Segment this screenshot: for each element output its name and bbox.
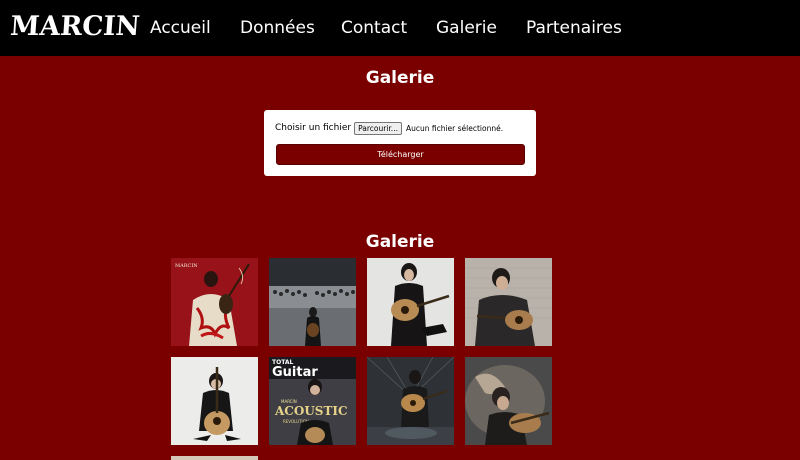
upload-section-title: Galerie [365,68,435,88]
gallery-image-8[interactable] [465,357,552,445]
gallery-image-1[interactable]: MARCIN [171,258,258,346]
file-status-text: Aucun fichier sélectionné. [405,123,504,133]
gallery-image-7[interactable] [367,357,454,445]
svg-text:ACOUSTIC: ACOUSTIC [274,404,348,418]
performance-photo [465,357,552,445]
concert-photo [269,258,356,346]
performance-photo [367,357,454,445]
portrait-photo [367,258,454,346]
nav-item-contact[interactable]: Contact [341,17,407,39]
file-picker-row: Choisir un fichier Parcourir... Aucun fi… [275,121,503,135]
gallery-image-9[interactable] [171,456,258,460]
main-nav: Accueil Données Contact Galerie Partenai… [0,0,800,56]
gallery-image-6[interactable]: TOTAL Guitar MARCIN ACOUSTIC REVOLUTION [269,357,356,445]
portrait-photo [465,258,552,346]
nav-item-accueil[interactable]: Accueil [150,17,211,39]
gallery-image-2[interactable] [269,258,356,346]
nav-item-galerie[interactable]: Galerie [436,17,497,39]
album-cover-image: MARCIN [171,258,258,346]
gallery-title: Galerie [365,232,435,252]
upload-button[interactable]: Télécharger [276,144,525,165]
svg-text:Guitar: Guitar [272,365,318,380]
nav-item-donnees[interactable]: Données [240,17,315,39]
navbar: MARCIN Accueil Données Contact Galerie P… [0,0,800,56]
gallery-image-4[interactable] [465,258,552,346]
browse-button[interactable]: Parcourir... [354,121,402,135]
gallery-thumbnail [171,456,258,460]
magazine-cover: TOTAL Guitar MARCIN ACOUSTIC REVOLUTION [269,357,356,445]
file-picker-label: Choisir un fichier [275,123,352,133]
gallery-image-5[interactable] [171,357,258,445]
nav-item-partenaires[interactable]: Partenaires [526,17,622,39]
gallery-image-3[interactable] [367,258,454,346]
upload-form: Choisir un fichier Parcourir... Aucun fi… [264,110,536,176]
portrait-photo [171,357,258,445]
svg-text:MARCIN: MARCIN [175,263,198,269]
